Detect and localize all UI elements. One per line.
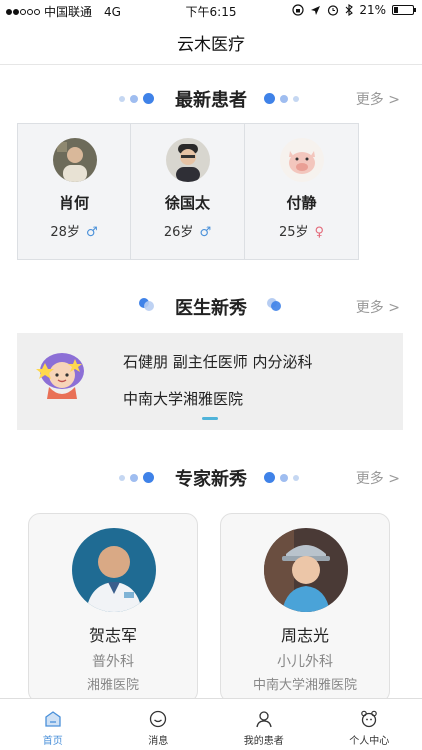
status-right: 21% <box>292 3 416 17</box>
tab-label: 个人中心 <box>349 736 390 747</box>
patient-age: 28岁 <box>50 225 80 240</box>
avatar <box>166 138 210 182</box>
patient-meta: 28岁 ♂ <box>18 221 130 240</box>
expert-department: 普外科 <box>92 654 134 670</box>
location-arrow-icon <box>311 5 321 15</box>
page-title: 云木医疗 <box>177 35 245 55</box>
patient-meta: 26岁 ♂ <box>131 221 244 240</box>
patient-card[interactable]: 徐国太 26岁 ♂ <box>131 123 245 260</box>
status-bar: 中国联通 4G 下午6:15 21% <box>0 0 422 22</box>
patient-card[interactable]: 肖何 28岁 ♂ <box>17 123 131 260</box>
patient-name: 肖何 <box>58 194 89 212</box>
decor-dots-right-icon <box>264 93 299 104</box>
doctor-banner[interactable]: 石健朋 副主任医师 内分泌科 中南大学湘雅医院 <box>17 333 403 430</box>
profile-icon <box>361 710 378 728</box>
expert-showcase-header: 专家新秀 更多 > <box>0 461 422 491</box>
orientation-lock-icon <box>292 4 304 16</box>
expert-showcase-more-link[interactable]: 更多 > <box>356 468 400 488</box>
patients-icon <box>256 711 272 728</box>
female-icon: ♀ <box>314 225 325 240</box>
doctor-showcase-more-link[interactable]: 更多 > <box>356 297 400 317</box>
patient-list: 肖何 28岁 ♂ 徐国太 26岁 ♂ 付静 25岁 ♀ <box>17 123 359 260</box>
avatar <box>53 138 97 182</box>
expert-hospital: 中南大学湘雅医院 <box>252 678 357 693</box>
page-indicator <box>202 417 218 420</box>
chat-icon <box>150 710 167 728</box>
expert-card[interactable]: 周志光 小儿外科 中南大学湘雅医院 <box>220 513 390 703</box>
patient-name: 付静 <box>286 194 317 212</box>
patient-name: 徐国太 <box>164 194 210 212</box>
expert-photo <box>264 528 348 612</box>
alarm-icon <box>328 5 339 16</box>
male-icon: ♂ <box>199 225 212 240</box>
patient-meta: 25岁 ♀ <box>245 221 358 240</box>
latest-patients-more-link[interactable]: 更多 > <box>356 89 400 109</box>
tab-messages[interactable]: 消息 <box>106 699 212 750</box>
expert-department: 小儿外科 <box>277 654 333 670</box>
nav-divider <box>0 64 422 65</box>
tab-label: 消息 <box>148 736 169 747</box>
patient-age: 26岁 <box>163 225 194 240</box>
doctor-info: 石健朋 副主任医师 内分泌科 <box>123 353 313 371</box>
tab-label: 首页 <box>42 736 63 747</box>
bluetooth-icon <box>345 4 354 16</box>
tab-bar: 首页 消息 我的患者 个人中心 <box>0 698 422 750</box>
tab-profile[interactable]: 个人中心 <box>317 699 422 750</box>
tab-label: 我的患者 <box>243 736 284 747</box>
doctor-illustration-icon <box>36 353 84 399</box>
tab-home[interactable]: 首页 <box>0 699 106 750</box>
doctor-hospital: 中南大学湘雅医院 <box>123 390 244 408</box>
patient-age: 25岁 <box>278 225 309 240</box>
decor-dots-right-icon <box>264 472 299 483</box>
home-icon <box>45 711 61 727</box>
battery-percent: 21% <box>359 3 386 17</box>
expert-card[interactable]: 贺志军 普外科 湘雅医院 <box>28 513 198 703</box>
doctor-showcase-header: 医生新秀 更多 > <box>0 290 422 320</box>
latest-patients-header: 最新患者 更多 > <box>0 82 422 112</box>
bubble-deco-right-icon <box>267 298 281 311</box>
expert-name: 周志光 <box>280 626 329 645</box>
expert-hospital: 湘雅医院 <box>86 678 139 693</box>
tab-my-patients[interactable]: 我的患者 <box>211 699 317 750</box>
expert-photo <box>72 528 156 612</box>
expert-name: 贺志军 <box>88 626 137 645</box>
battery-icon <box>392 5 416 15</box>
avatar <box>280 138 324 182</box>
patient-card[interactable]: 付静 25岁 ♀ <box>245 123 359 260</box>
male-icon: ♂ <box>85 225 98 240</box>
